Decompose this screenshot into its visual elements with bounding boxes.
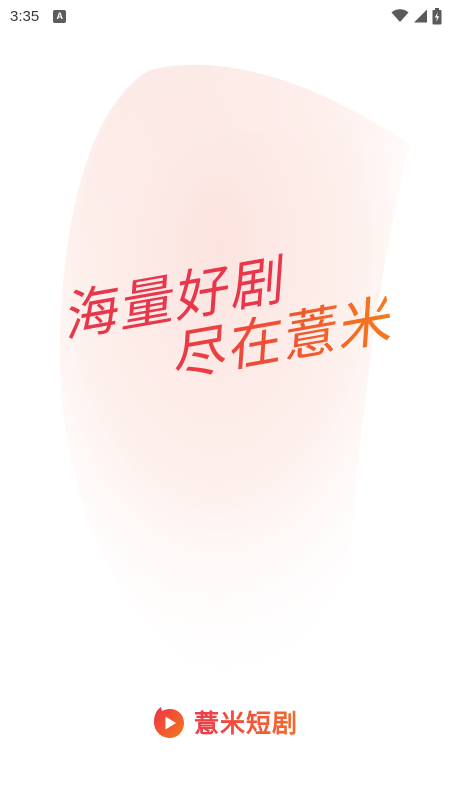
notification-badge-icon: A xyxy=(53,9,67,23)
wifi-icon xyxy=(391,9,409,22)
status-icons xyxy=(391,7,442,25)
brand-footer: 薏米短剧 xyxy=(0,704,450,740)
cellular-signal-icon xyxy=(414,9,427,23)
battery-charging-icon xyxy=(432,7,442,24)
status-bar: 3:35 A xyxy=(0,0,450,32)
status-time: 3:35 xyxy=(10,7,40,25)
brand-name: 薏米短剧 xyxy=(194,704,298,740)
splash-screen: 3:35 A 海量好剧 尽在薏米 xyxy=(0,0,450,801)
play-logo-icon xyxy=(153,707,184,738)
background-decoration xyxy=(59,64,410,669)
